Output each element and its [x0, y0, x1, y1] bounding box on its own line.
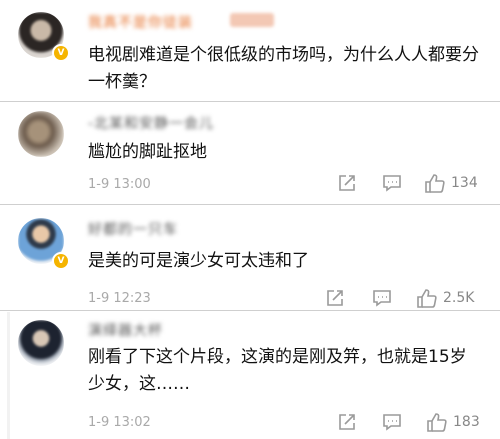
- comment-item: 演绎器大杯 刚看了下这个片段，这演的是刚及笄，也就是15岁少女，这…… 1-9 …: [0, 312, 500, 439]
- avatar[interactable]: [18, 111, 64, 157]
- comment-feed: V 我真不是你徒装 电视剧难道是个很低级的市场吗，为什么人人都要分一杯羹？ -北…: [0, 0, 500, 439]
- username[interactable]: 好都的一只车: [88, 219, 178, 239]
- share-icon: [339, 414, 355, 430]
- comment-text: 刚看了下这个片段，这演的是刚及笄，也就是15岁少女，这……: [88, 347, 467, 394]
- reply-button[interactable]: [372, 288, 392, 308]
- thread-line: [7, 312, 10, 439]
- avatar[interactable]: [18, 320, 64, 366]
- comment-item: V 好都的一只车 是美的可是演少女可太违和了 1-9 12:23 2.5K: [0, 206, 500, 311]
- like-count: 2.5K: [443, 290, 475, 306]
- vip-badge: [230, 13, 274, 27]
- comment-text: 电视剧难道是个很低级的市场吗，为什么人人都要分一杯羹？: [88, 45, 479, 92]
- share-button[interactable]: [337, 173, 357, 193]
- thumbs-up-icon: [425, 174, 445, 193]
- timestamp: 1-9 13:00: [88, 177, 151, 192]
- share-button[interactable]: [325, 288, 345, 308]
- comment-text: 是美的可是演少女可太违和了: [88, 251, 309, 271]
- like-button[interactable]: 183: [426, 411, 480, 433]
- comment-item: V 我真不是你徒装 电视剧难道是个很低级的市场吗，为什么人人都要分一杯羹？: [0, 0, 500, 102]
- share-icon: [327, 290, 343, 306]
- verified-v-icon: V: [52, 44, 70, 62]
- comment-icon: [383, 175, 401, 192]
- timestamp: 1-9 12:23: [88, 291, 151, 306]
- comment-text: 尴尬的脚趾抠地: [88, 142, 207, 162]
- thumbs-up-icon: [417, 289, 437, 308]
- username[interactable]: 我真不是你徒装: [88, 12, 193, 32]
- like-button[interactable]: 2.5K: [416, 287, 474, 309]
- like-button[interactable]: 134: [424, 172, 478, 194]
- like-count: 183: [453, 414, 480, 430]
- comment-icon: [373, 290, 391, 307]
- username[interactable]: -北某和安静一会儿: [88, 113, 214, 133]
- thumbs-up-icon: [427, 413, 447, 432]
- verified-v-icon: V: [52, 252, 70, 270]
- comment-item: -北某和安静一会儿 尴尬的脚趾抠地 1-9 13:00 134: [0, 103, 500, 205]
- username[interactable]: 演绎器大杯: [88, 320, 163, 340]
- reply-button[interactable]: [382, 173, 402, 193]
- comment-icon: [383, 414, 401, 431]
- share-icon: [339, 175, 355, 191]
- reply-button[interactable]: [382, 412, 402, 432]
- timestamp: 1-9 13:02: [88, 415, 151, 430]
- like-count: 134: [451, 175, 478, 191]
- share-button[interactable]: [337, 412, 357, 432]
